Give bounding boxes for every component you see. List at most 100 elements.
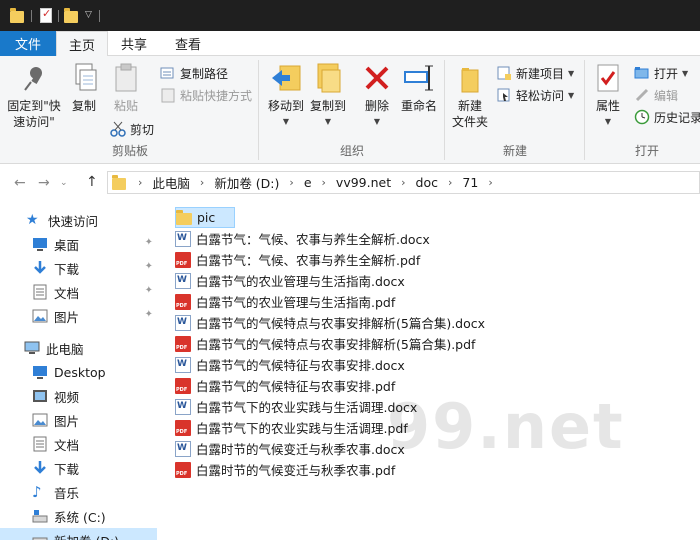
breadcrumb-drive-d[interactable]: 新加卷 (D:) (212, 173, 281, 192)
pin-quick-access-label: 固定到"快速访问" (7, 99, 61, 129)
open-icon (634, 65, 650, 81)
copy-to-button[interactable]: 复制到 ▼ (306, 62, 350, 130)
up-arrow-icon[interactable]: ↑ (86, 174, 98, 190)
delete-button[interactable]: 删除 ▼ (358, 62, 396, 130)
file-name: pic (197, 210, 216, 225)
ribbon: 固定到"快速访问" 复制 粘贴 复制路径 粘贴快捷方式 剪切 剪贴板 移动到 ▼ (0, 56, 700, 164)
recent-locations-icon[interactable]: ⌄ (60, 178, 68, 188)
breadcrumb-this-pc[interactable]: 此电脑 (150, 173, 192, 192)
move-to-button[interactable]: 移动到 ▼ (264, 62, 308, 130)
pin-quick-access-button[interactable]: 固定到"快速访问" (4, 62, 64, 130)
desktop-icon (32, 364, 48, 380)
list-item[interactable]: 白露节气的气候特点与农事安排解析(5篇合集).pdf (175, 333, 475, 354)
nav-quick-access[interactable]: ★ 快速访问 (0, 208, 157, 232)
breadcrumb-chevron-icon[interactable]: › (314, 176, 334, 189)
nav-pc-documents[interactable]: 文档 (0, 432, 157, 456)
tab-share[interactable]: 共享 (112, 31, 156, 56)
nav-label: 新加卷 (D:) (54, 531, 119, 540)
copy-button[interactable]: 复制 (66, 62, 102, 114)
breadcrumb-chevron-icon[interactable]: › (192, 176, 212, 189)
new-folder-icon[interactable] (64, 8, 78, 23)
group-divider (258, 60, 259, 160)
copy-path-button[interactable]: 复制路径 (160, 64, 228, 82)
edit-button[interactable]: 编辑 (634, 86, 678, 104)
list-item[interactable]: 白露节气：气候、农事与养生全解析.pdf (175, 249, 420, 270)
nav-downloads[interactable]: 下载 ✦ (0, 256, 157, 280)
customize-toolbar-icon[interactable]: ▽ (85, 10, 92, 20)
list-item[interactable]: 白露节气的农业管理与生活指南.docx (175, 270, 405, 291)
watermark: 99.net (387, 390, 625, 463)
breadcrumb-chevron-icon[interactable]: › (393, 176, 413, 189)
folder-icon[interactable] (10, 8, 24, 23)
scissors-icon (110, 121, 126, 137)
drive-c-icon (32, 508, 48, 524)
nav-desktop[interactable]: 桌面 ✦ (0, 232, 157, 256)
pdf-icon (175, 293, 191, 310)
nav-pc-downloads[interactable]: 下载 (0, 456, 157, 480)
new-folder-label: 新建 文件夹 (451, 99, 488, 129)
nav-pc-desktop[interactable]: Desktop (0, 360, 157, 384)
breadcrumb-chevron-icon[interactable]: › (281, 176, 301, 189)
nav-new-volume-d[interactable]: 新加卷 (D:) (0, 528, 157, 540)
list-item[interactable]: 白露节气的气候特征与农事安排.pdf (175, 375, 395, 396)
list-item[interactable]: 白露节气的气候特征与农事安排.docx (175, 354, 405, 375)
history-button[interactable]: 历史记录 (634, 108, 700, 126)
breadcrumb-chevron-icon[interactable]: › (480, 176, 500, 189)
cut-button[interactable]: 剪切 (110, 120, 154, 138)
chevron-down-icon: ▼ (324, 117, 332, 126)
breadcrumb-chevron-icon[interactable]: › (440, 176, 460, 189)
open-button[interactable]: 打开 ▼ (634, 64, 688, 82)
breadcrumb-71[interactable]: 71 (460, 175, 480, 190)
pdf-icon (175, 377, 191, 394)
forward-arrow-icon[interactable]: → (38, 175, 50, 191)
nav-videos[interactable]: 视频 (0, 384, 157, 408)
nav-system-c[interactable]: 系统 (C:) (0, 504, 157, 528)
pin-icon[interactable]: ✦ (145, 261, 153, 272)
music-icon: ♪ (32, 483, 42, 501)
chevron-down-icon: ▼ (282, 117, 290, 126)
paste-shortcut-button[interactable]: 粘贴快捷方式 (160, 86, 252, 104)
tab-file[interactable]: 文件 (0, 31, 56, 56)
breadcrumb-vv99[interactable]: vv99.net (334, 175, 393, 190)
file-list: 99.net pic 白露节气：气候、农事与养生全解析.docx 白露节气：气候… (157, 200, 700, 540)
word-document-icon (175, 314, 191, 331)
drive-icon (32, 532, 48, 540)
properties-icon[interactable] (40, 7, 52, 23)
pin-icon[interactable]: ✦ (145, 285, 153, 296)
nav-pictures[interactable]: 图片 ✦ (0, 304, 157, 328)
nav-documents[interactable]: 文档 ✦ (0, 280, 157, 304)
chevron-down-icon: ▼ (568, 68, 575, 78)
file-name: 白露节气的气候特点与农事安排解析(5篇合集).docx (196, 316, 486, 331)
list-item[interactable]: 白露节气的气候特点与农事安排解析(5篇合集).docx (175, 312, 485, 333)
nav-this-pc[interactable]: 此电脑 (0, 336, 157, 360)
easy-access-button[interactable]: 轻松访问 ▼ (496, 86, 574, 104)
breadcrumb-doc[interactable]: doc (414, 175, 440, 190)
pin-icon[interactable]: ✦ (145, 309, 153, 320)
folder-icon (112, 174, 128, 190)
nav-music[interactable]: ♪ 音乐 (0, 480, 157, 504)
list-item[interactable]: 白露时节的气候变迁与秋季农事.docx (175, 438, 405, 459)
list-item[interactable]: 白露节气：气候、农事与养生全解析.docx (175, 228, 430, 249)
copy-path-icon (160, 65, 176, 81)
rename-button[interactable]: 重命名 (398, 62, 440, 114)
breadcrumb-chevron-icon[interactable]: › (130, 176, 150, 189)
paste-label: 粘贴 (113, 99, 138, 113)
paste-shortcut-label: 粘贴快捷方式 (180, 88, 253, 103)
breadcrumb-e[interactable]: e (302, 175, 314, 190)
back-arrow-icon[interactable]: ← (14, 175, 26, 191)
new-item-button[interactable]: 新建项目 ▼ (496, 64, 574, 82)
list-item[interactable]: 白露时节的气候变迁与秋季农事.pdf (175, 459, 395, 480)
nav-pc-pictures[interactable]: 图片 (0, 408, 157, 432)
list-item[interactable]: 白露节气下的农业实践与生活调理.pdf (175, 417, 408, 438)
list-item[interactable]: 白露节气的农业管理与生活指南.pdf (175, 291, 395, 312)
address-bar[interactable]: › 此电脑 › 新加卷 (D:) › e › vv99.net › doc › … (107, 171, 700, 194)
properties-button[interactable]: 属性 ▼ (590, 62, 626, 130)
new-folder-button[interactable]: 新建 文件夹 (448, 62, 492, 130)
nav-label: 桌面 (54, 237, 80, 253)
pin-icon[interactable]: ✦ (145, 237, 153, 248)
paste-button[interactable]: 粘贴 (108, 62, 144, 114)
tab-view[interactable]: 查看 (166, 31, 210, 56)
list-item[interactable]: 白露节气下的农业实践与生活调理.docx (175, 396, 417, 417)
list-item[interactable]: pic (175, 207, 235, 228)
tab-home[interactable]: 主页 (56, 31, 108, 57)
